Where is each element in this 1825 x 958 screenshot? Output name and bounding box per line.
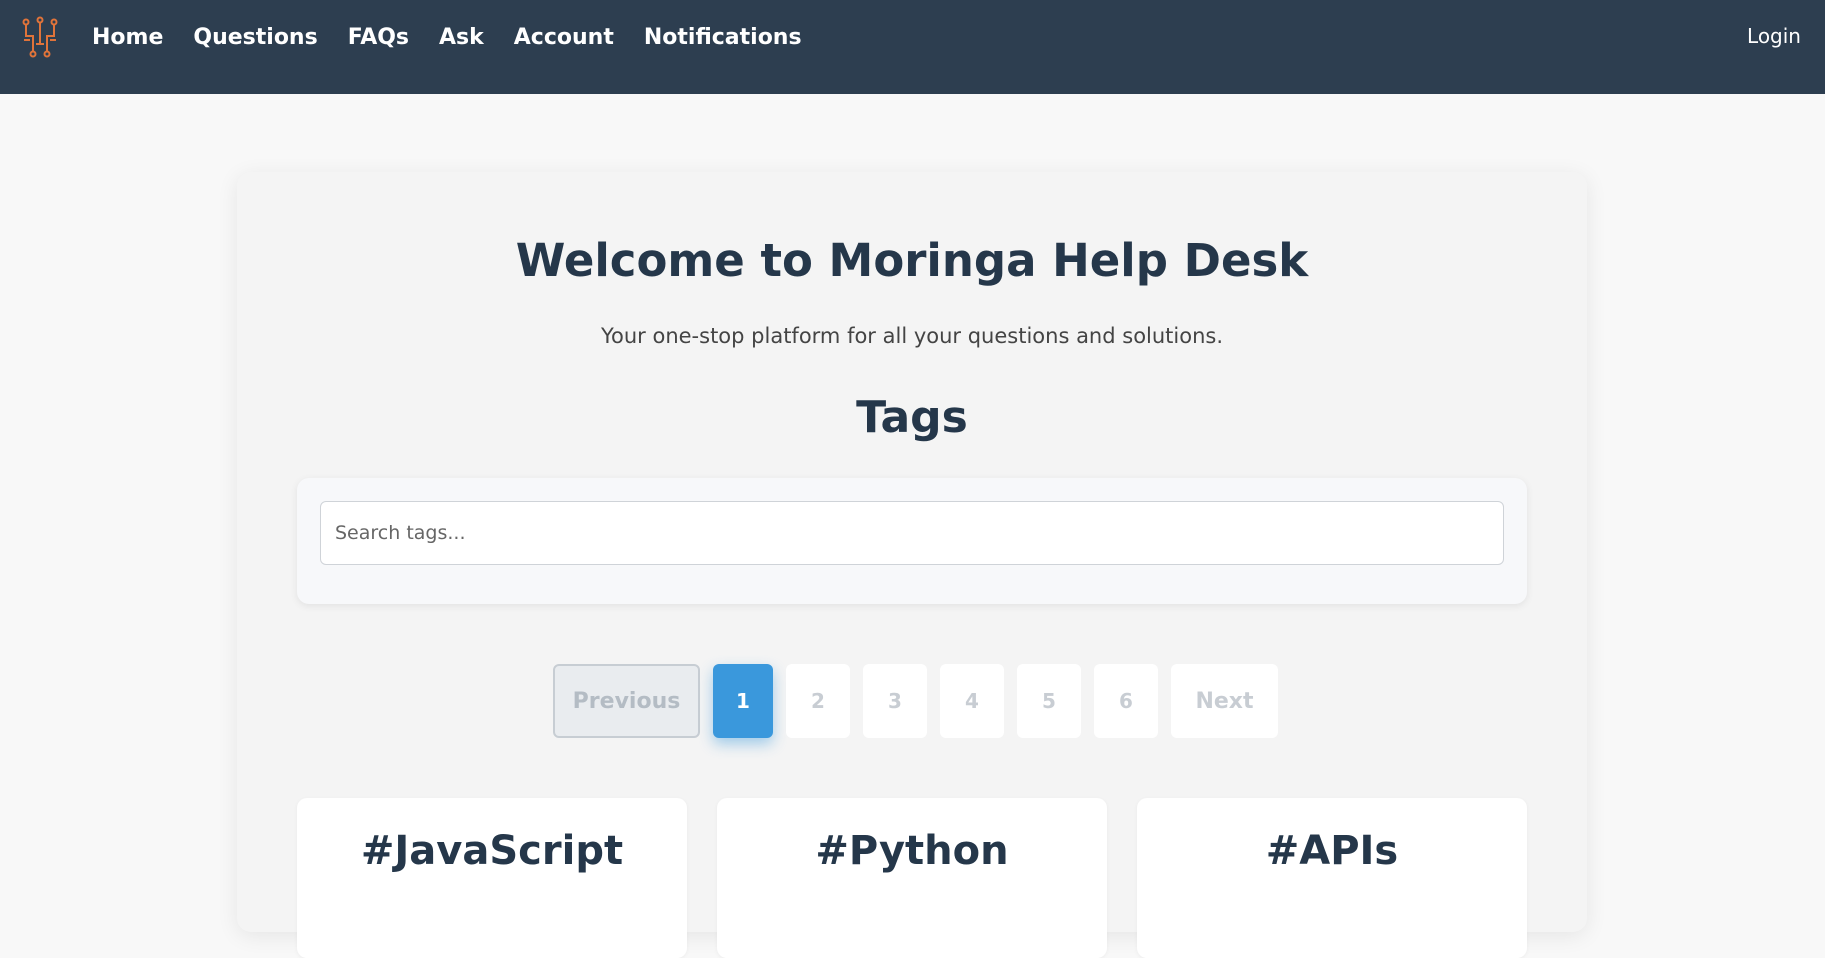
nav-account[interactable]: Account <box>514 25 614 50</box>
tag-card-apis[interactable]: #APIs <box>1137 798 1527 958</box>
tag-search-input[interactable] <box>320 501 1504 565</box>
nav-notifications[interactable]: Notifications <box>644 25 802 50</box>
tag-card-javascript[interactable]: #JavaScript <box>297 798 687 958</box>
main-nav: Home Questions FAQs Ask Account Notifica… <box>92 0 832 74</box>
tag-card-python[interactable]: #Python <box>717 798 1107 958</box>
login-link[interactable]: Login <box>1747 24 1801 48</box>
nav-questions[interactable]: Questions <box>193 25 317 50</box>
previous-page-button[interactable]: Previous <box>553 664 700 738</box>
page-button-6[interactable]: 6 <box>1094 664 1158 738</box>
search-panel <box>297 478 1527 604</box>
page-button-1[interactable]: 1 <box>713 664 773 738</box>
page-button-3[interactable]: 3 <box>863 664 927 738</box>
page-button-2[interactable]: 2 <box>786 664 850 738</box>
page-title: Welcome to Moringa Help Desk <box>515 234 1309 287</box>
main-card: Welcome to Moringa Help Desk Your one-st… <box>237 172 1587 958</box>
tags-heading: Tags <box>856 392 968 443</box>
tag-name: #APIs <box>1265 828 1399 874</box>
nav-ask[interactable]: Ask <box>439 25 484 50</box>
tag-name: #JavaScript <box>360 828 624 874</box>
next-page-button[interactable]: Next <box>1171 664 1278 738</box>
top-navbar: Home Questions FAQs Ask Account Notifica… <box>0 0 1825 94</box>
page-subtitle: Your one-stop platform for all your ques… <box>600 324 1224 348</box>
circuit-logo-icon[interactable] <box>20 16 60 58</box>
pagination: Previous 1 2 3 4 5 6 Next <box>553 664 1291 738</box>
nav-faqs[interactable]: FAQs <box>348 25 409 50</box>
page-button-4[interactable]: 4 <box>940 664 1004 738</box>
nav-home[interactable]: Home <box>92 25 163 50</box>
page-button-5[interactable]: 5 <box>1017 664 1081 738</box>
tag-name: #Python <box>815 828 1009 874</box>
